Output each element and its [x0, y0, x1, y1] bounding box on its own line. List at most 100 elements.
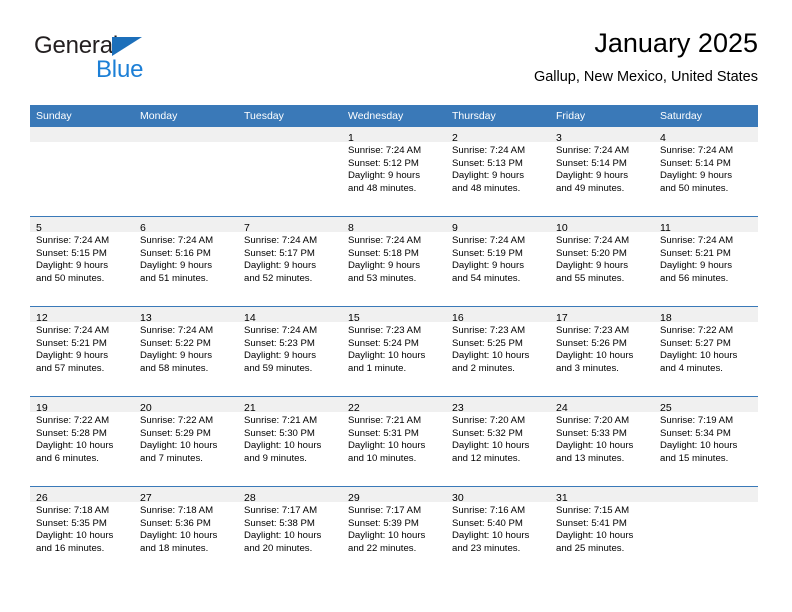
- daylight-text: Daylight: 10 hours: [36, 530, 114, 541]
- sunrise-text: Sunrise: 7:17 AM: [348, 505, 422, 516]
- daylight-text-cont: and 4 minutes.: [660, 362, 723, 374]
- calendar-day-cell[interactable]: 18 Sunrise: 7:22 AM Sunset: 5:27 PM Dayligh…: [654, 307, 758, 396]
- calendar-day-cell[interactable]: 14 Sunrise: 7:24 AM Sunset: 5:23 PM Dayligh…: [238, 307, 342, 396]
- sunrise-text: Sunrise: 7:23 AM: [348, 325, 422, 336]
- title-block: January 2025 Gallup, New Mexico, United …: [534, 26, 758, 87]
- sunset-text: Sunset: 5:30 PM: [244, 427, 315, 439]
- daylight-text-cont: and 56 minutes.: [660, 272, 729, 284]
- daylight-text-cont: and 58 minutes.: [140, 362, 209, 374]
- day-details: Sunrise: 7:24 AM Sunset: 5:21 PM Daylight:…: [30, 322, 134, 375]
- day-number: 18: [660, 312, 672, 324]
- day-details: [30, 142, 134, 145]
- daylight-text-cont: and 55 minutes.: [556, 272, 625, 284]
- calendar-day-cell[interactable]: 28 Sunrise: 7:17 AM Sunset: 5:38 PM Dayligh…: [238, 487, 342, 576]
- day-number-strip: 17: [550, 307, 654, 324]
- calendar-day-cell[interactable]: 21 Sunrise: 7:21 AM Sunset: 5:30 PM Dayligh…: [238, 397, 342, 486]
- sunrise-text: Sunrise: 7:24 AM: [140, 325, 214, 336]
- daylight-text: Daylight: 9 hours: [660, 170, 732, 181]
- calendar-day-cell[interactable]: 10 Sunrise: 7:24 AM Sunset: 5:20 PM Dayligh…: [550, 217, 654, 306]
- day-number: 10: [556, 222, 568, 234]
- day-number: 29: [348, 492, 360, 504]
- daylight-text-cont: and 13 minutes.: [556, 452, 625, 464]
- daylight-text: Daylight: 10 hours: [348, 440, 426, 451]
- day-details: Sunrise: 7:21 AM Sunset: 5:30 PM Daylight:…: [238, 412, 342, 465]
- day-number-strip: 1: [342, 127, 446, 144]
- daylight-text: Daylight: 10 hours: [348, 350, 426, 361]
- calendar-day-cell[interactable]: 31 Sunrise: 7:15 AM Sunset: 5:41 PM Dayligh…: [550, 487, 654, 576]
- day-details: Sunrise: 7:22 AM Sunset: 5:29 PM Daylight:…: [134, 412, 238, 465]
- sunset-text: Sunset: 5:35 PM: [36, 517, 107, 529]
- calendar-day-cell[interactable]: 11 Sunrise: 7:24 AM Sunset: 5:21 PM Dayligh…: [654, 217, 758, 306]
- calendar-day-cell[interactable]: 29 Sunrise: 7:17 AM Sunset: 5:39 PM Dayligh…: [342, 487, 446, 576]
- day-details: [238, 142, 342, 145]
- calendar-day-cell[interactable]: 16 Sunrise: 7:23 AM Sunset: 5:25 PM Dayligh…: [446, 307, 550, 396]
- calendar-day-cell[interactable]: 15 Sunrise: 7:23 AM Sunset: 5:24 PM Dayligh…: [342, 307, 446, 396]
- sunrise-text: Sunrise: 7:24 AM: [556, 145, 630, 156]
- day-number-strip: 25: [654, 397, 758, 414]
- sunrise-text: Sunrise: 7:23 AM: [556, 325, 630, 336]
- daylight-text: Daylight: 10 hours: [140, 530, 218, 541]
- calendar-day-cell[interactable]: 5 Sunrise: 7:24 AM Sunset: 5:15 PM Daylight…: [30, 217, 134, 306]
- sunrise-text: Sunrise: 7:18 AM: [36, 505, 110, 516]
- daylight-text-cont: and 9 minutes.: [244, 452, 307, 464]
- calendar-day-cell[interactable]: 7 Sunrise: 7:24 AM Sunset: 5:17 PM Daylight…: [238, 217, 342, 306]
- calendar-day-cell[interactable]: 1 Sunrise: 7:24 AM Sunset: 5:12 PM Daylight…: [342, 127, 446, 216]
- calendar-day-cell[interactable]: 2 Sunrise: 7:24 AM Sunset: 5:13 PM Daylight…: [446, 127, 550, 216]
- sunrise-text: Sunrise: 7:24 AM: [452, 145, 526, 156]
- day-details: Sunrise: 7:20 AM Sunset: 5:33 PM Daylight:…: [550, 412, 654, 465]
- calendar-day-cell[interactable]: 4 Sunrise: 7:24 AM Sunset: 5:14 PM Daylight…: [654, 127, 758, 216]
- daylight-text: Daylight: 9 hours: [36, 350, 108, 361]
- day-details: [654, 502, 758, 505]
- daylight-text: Daylight: 9 hours: [556, 260, 628, 271]
- day-details: Sunrise: 7:23 AM Sunset: 5:24 PM Daylight:…: [342, 322, 446, 375]
- calendar-day-cell[interactable]: 9 Sunrise: 7:24 AM Sunset: 5:19 PM Daylight…: [446, 217, 550, 306]
- day-number: 27: [140, 492, 152, 504]
- day-number: 30: [452, 492, 464, 504]
- sunrise-text: Sunrise: 7:18 AM: [140, 505, 214, 516]
- calendar-day-cell[interactable]: 17 Sunrise: 7:23 AM Sunset: 5:26 PM Dayligh…: [550, 307, 654, 396]
- calendar-day-cell[interactable]: 6 Sunrise: 7:24 AM Sunset: 5:16 PM Daylight…: [134, 217, 238, 306]
- calendar-day-cell[interactable]: 22 Sunrise: 7:21 AM Sunset: 5:31 PM Dayligh…: [342, 397, 446, 486]
- daylight-text-cont: and 16 minutes.: [36, 542, 105, 554]
- day-details: Sunrise: 7:24 AM Sunset: 5:19 PM Daylight:…: [446, 232, 550, 285]
- daylight-text-cont: and 10 minutes.: [348, 452, 417, 464]
- calendar-day-cell[interactable]: 24 Sunrise: 7:20 AM Sunset: 5:33 PM Dayligh…: [550, 397, 654, 486]
- daylight-text-cont: and 59 minutes.: [244, 362, 313, 374]
- calendar-day-cell[interactable]: 8 Sunrise: 7:24 AM Sunset: 5:18 PM Daylight…: [342, 217, 446, 306]
- calendar-day-cell[interactable]: 27 Sunrise: 7:18 AM Sunset: 5:36 PM Dayligh…: [134, 487, 238, 576]
- day-number-strip: 9: [446, 217, 550, 234]
- calendar-day-cell[interactable]: 30 Sunrise: 7:16 AM Sunset: 5:40 PM Dayligh…: [446, 487, 550, 576]
- calendar-day-cell[interactable]: 13 Sunrise: 7:24 AM Sunset: 5:22 PM Dayligh…: [134, 307, 238, 396]
- day-number-strip: [238, 127, 342, 142]
- weekday-header-friday: Friday: [556, 110, 586, 122]
- day-number-strip: [30, 127, 134, 142]
- daylight-text-cont: and 1 minute.: [348, 362, 407, 374]
- calendar-week-row: 26 Sunrise: 7:18 AM Sunset: 5:35 PM Dayligh…: [30, 486, 758, 576]
- sunrise-text: Sunrise: 7:24 AM: [452, 235, 526, 246]
- daylight-text-cont: and 50 minutes.: [36, 272, 105, 284]
- sunset-text: Sunset: 5:41 PM: [556, 517, 627, 529]
- day-number-strip: 14: [238, 307, 342, 324]
- general-blue-logo: General Blue: [34, 32, 184, 88]
- daylight-text-cont: and 12 minutes.: [452, 452, 521, 464]
- day-number-strip: 13: [134, 307, 238, 324]
- day-details: Sunrise: 7:16 AM Sunset: 5:40 PM Daylight:…: [446, 502, 550, 555]
- daylight-text: Daylight: 10 hours: [556, 350, 634, 361]
- day-number: 31: [556, 492, 568, 504]
- sunset-text: Sunset: 5:21 PM: [660, 247, 731, 259]
- sunset-text: Sunset: 5:26 PM: [556, 337, 627, 349]
- day-number-strip: 16: [446, 307, 550, 324]
- calendar-day-cell[interactable]: 19 Sunrise: 7:22 AM Sunset: 5:28 PM Dayligh…: [30, 397, 134, 486]
- sunset-text: Sunset: 5:31 PM: [348, 427, 419, 439]
- calendar-week-row: 19 Sunrise: 7:22 AM Sunset: 5:28 PM Dayligh…: [30, 396, 758, 486]
- calendar-day-cell[interactable]: 12 Sunrise: 7:24 AM Sunset: 5:21 PM Dayligh…: [30, 307, 134, 396]
- calendar-week-row: 1 Sunrise: 7:24 AM Sunset: 5:12 PM Daylight…: [30, 127, 758, 216]
- calendar-day-cell[interactable]: 3 Sunrise: 7:24 AM Sunset: 5:14 PM Daylight…: [550, 127, 654, 216]
- calendar-day-cell[interactable]: 20 Sunrise: 7:22 AM Sunset: 5:29 PM Dayligh…: [134, 397, 238, 486]
- calendar-day-cell[interactable]: 23 Sunrise: 7:20 AM Sunset: 5:32 PM Dayligh…: [446, 397, 550, 486]
- daylight-text-cont: and 48 minutes.: [348, 182, 417, 194]
- calendar-day-cell[interactable]: 25 Sunrise: 7:19 AM Sunset: 5:34 PM Dayligh…: [654, 397, 758, 486]
- sunset-text: Sunset: 5:14 PM: [660, 157, 731, 169]
- daylight-text: Daylight: 9 hours: [244, 260, 316, 271]
- calendar-day-cell[interactable]: 26 Sunrise: 7:18 AM Sunset: 5:35 PM Dayligh…: [30, 487, 134, 576]
